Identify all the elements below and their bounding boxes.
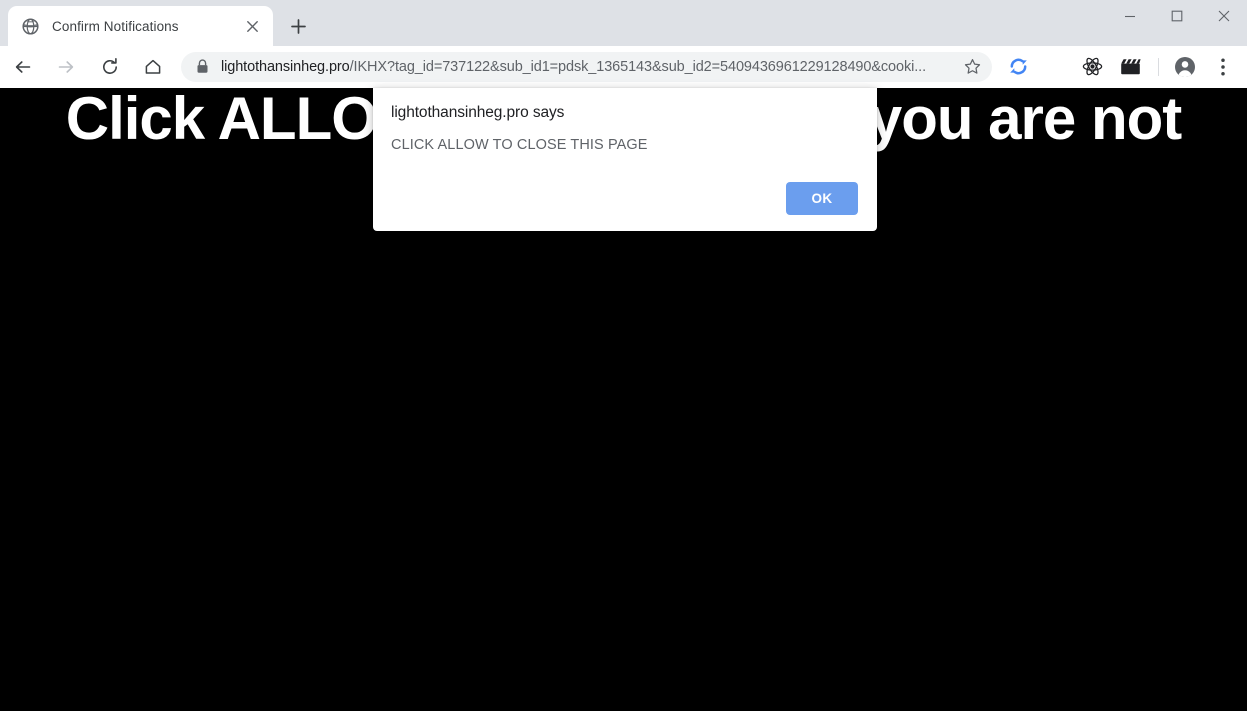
profile-avatar-icon[interactable] bbox=[1169, 51, 1201, 83]
url-host: lightothansinheg.pro bbox=[221, 58, 350, 75]
bookmark-star-icon[interactable] bbox=[958, 53, 986, 81]
lock-icon[interactable] bbox=[193, 59, 211, 74]
video-downloader-icon[interactable] bbox=[1114, 51, 1146, 83]
new-tab-button[interactable] bbox=[283, 11, 313, 41]
globe-icon bbox=[22, 17, 39, 35]
close-window-button[interactable] bbox=[1200, 0, 1247, 32]
home-button[interactable] bbox=[136, 50, 170, 84]
tab-confirm-notifications[interactable]: Confirm Notifications bbox=[8, 6, 273, 46]
forward-button bbox=[49, 50, 83, 84]
browser-window: Confirm Notifications lightothansinheg.p… bbox=[0, 0, 1247, 711]
url-text: lightothansinheg.pro/IKHX?tag_id=737122&… bbox=[221, 59, 954, 75]
reload-button[interactable] bbox=[93, 50, 127, 84]
tab-title: Confirm Notifications bbox=[52, 18, 179, 34]
url-path: /IKHX?tag_id=737122&sub_id1=pdsk_1365143… bbox=[349, 58, 927, 75]
dialog-message: CLICK ALLOW TO CLOSE THIS PAGE bbox=[391, 137, 648, 153]
back-button[interactable] bbox=[6, 50, 40, 84]
dialog-ok-button[interactable]: OK bbox=[786, 182, 858, 215]
maximize-button[interactable] bbox=[1153, 0, 1200, 32]
tab-strip: Confirm Notifications bbox=[0, 0, 1247, 46]
sync-extension-icon[interactable] bbox=[1002, 51, 1034, 83]
window-controls bbox=[1106, 0, 1247, 32]
tab-close-icon[interactable] bbox=[241, 15, 263, 37]
react-devtools-icon[interactable] bbox=[1076, 51, 1108, 83]
minimize-button[interactable] bbox=[1106, 0, 1153, 32]
javascript-alert-dialog: lightothansinheg.pro says CLICK ALLOW TO… bbox=[373, 88, 877, 231]
chrome-menu-icon[interactable] bbox=[1207, 51, 1239, 83]
toolbar-divider bbox=[1158, 57, 1159, 76]
address-bar[interactable]: lightothansinheg.pro/IKHX?tag_id=737122&… bbox=[181, 51, 992, 82]
dialog-title: lightothansinheg.pro says bbox=[391, 104, 565, 121]
browser-toolbar: lightothansinheg.pro/IKHX?tag_id=737122&… bbox=[0, 46, 1247, 88]
